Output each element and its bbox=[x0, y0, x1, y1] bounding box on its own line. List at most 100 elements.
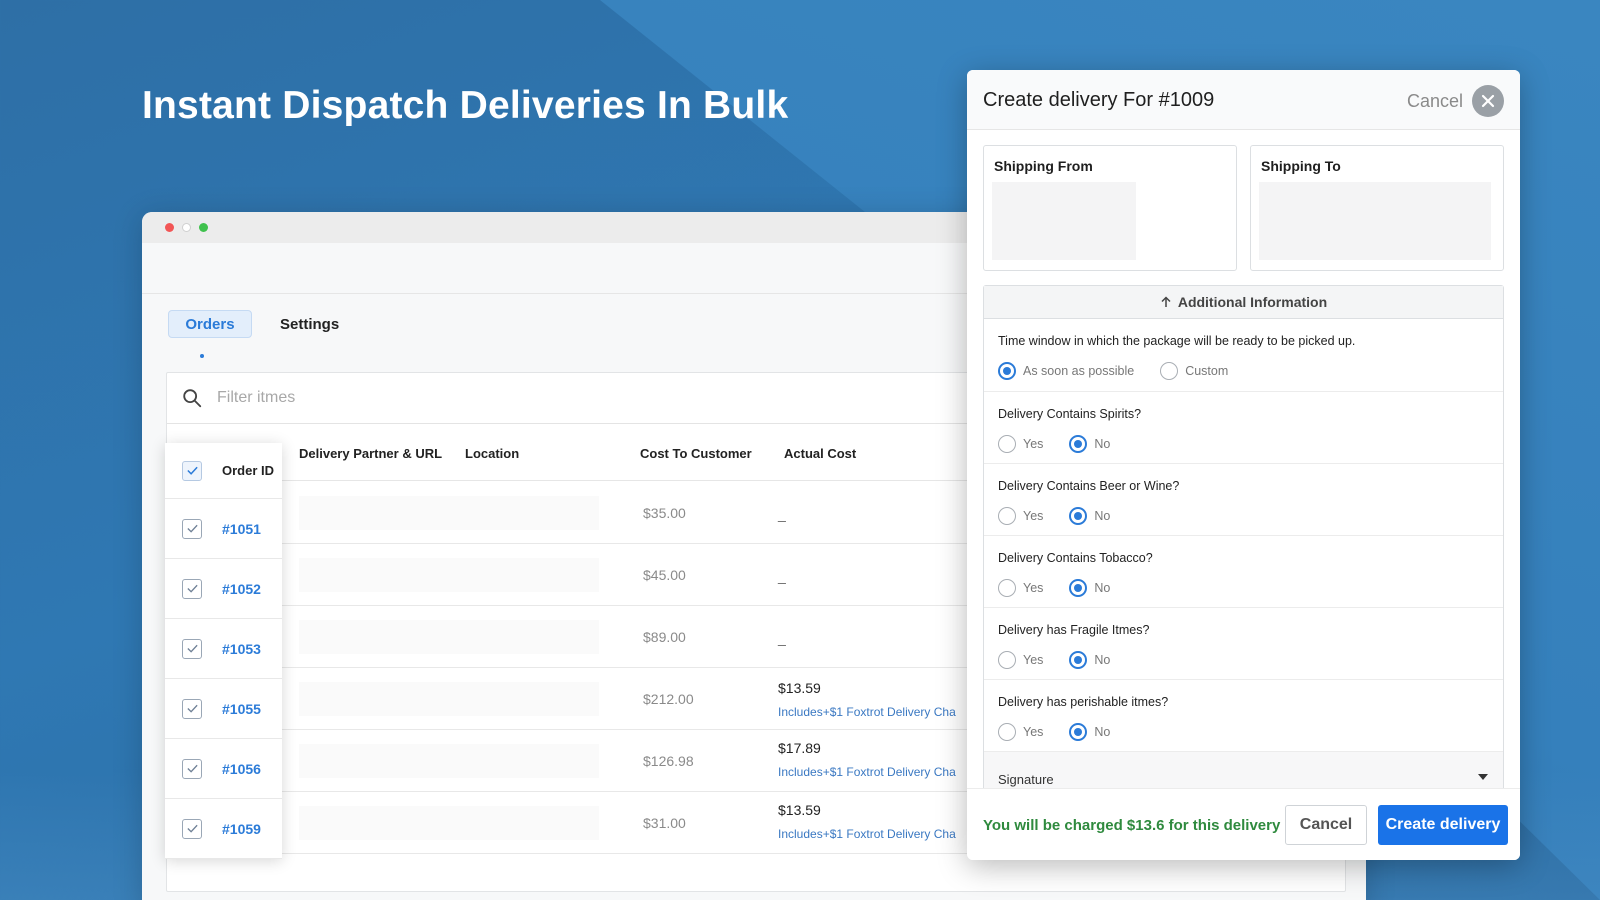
cancel-button[interactable]: Cancel bbox=[1285, 805, 1367, 845]
option-label: Yes bbox=[1023, 509, 1044, 523]
radio-group: Yes No bbox=[998, 579, 1136, 597]
option-label: No bbox=[1094, 653, 1111, 667]
tab-settings[interactable]: Settings bbox=[280, 316, 339, 333]
shipping-from-address bbox=[992, 182, 1136, 260]
header-delivery-partner: Delivery Partner & URL bbox=[299, 446, 443, 461]
order-link[interactable]: #1056 bbox=[222, 761, 261, 777]
option-yes[interactable]: Yes bbox=[998, 507, 1043, 525]
question-text: Delivery has perishable itmes? bbox=[998, 695, 1169, 709]
actual-cost: _ bbox=[778, 506, 786, 522]
radio-group: Yes No bbox=[998, 723, 1136, 741]
modal-cancel-link[interactable]: Cancel bbox=[1407, 91, 1463, 112]
radio-button[interactable] bbox=[998, 362, 1016, 380]
option-yes[interactable]: Yes bbox=[998, 579, 1043, 597]
option-label: Yes bbox=[1023, 581, 1044, 595]
order-id-header: Order ID bbox=[165, 443, 282, 499]
option-yes[interactable]: Yes bbox=[998, 435, 1043, 453]
radio-button[interactable] bbox=[1069, 435, 1088, 453]
order-link[interactable]: #1053 bbox=[222, 641, 261, 657]
option-asap[interactable]: As soon as possible bbox=[998, 362, 1134, 380]
order-id-column: Order ID #1051 #1052 #1053 #1055 #1056 #… bbox=[165, 443, 282, 859]
check-icon bbox=[186, 466, 198, 475]
shipping-to-label: Shipping To bbox=[1261, 158, 1341, 174]
question-tobacco: Delivery Contains Tobacco? Yes No bbox=[984, 536, 1503, 608]
option-no[interactable]: No bbox=[1069, 507, 1110, 525]
question-pickup-window: Time window in which the package will be… bbox=[984, 319, 1503, 392]
window-close-dot[interactable] bbox=[165, 223, 174, 232]
row-checkbox[interactable] bbox=[182, 638, 202, 659]
question-text: Time window in which the package will be… bbox=[998, 334, 1356, 348]
option-no[interactable]: No bbox=[1069, 435, 1110, 453]
order-row[interactable]: #1056 bbox=[165, 739, 282, 799]
option-no[interactable]: No bbox=[1069, 579, 1110, 597]
order-row[interactable]: #1052 bbox=[165, 559, 282, 619]
check-icon bbox=[186, 524, 198, 533]
radio-button[interactable] bbox=[1069, 507, 1088, 525]
radio-button[interactable] bbox=[998, 579, 1016, 597]
order-row[interactable]: #1053 bbox=[165, 619, 282, 679]
signature-dropdown[interactable]: Signature bbox=[984, 752, 1503, 792]
order-link[interactable]: #1059 bbox=[222, 821, 261, 837]
radio-button[interactable] bbox=[1069, 651, 1088, 669]
create-delivery-button[interactable]: Create delivery bbox=[1378, 805, 1508, 845]
order-row[interactable]: #1051 bbox=[165, 499, 282, 559]
shipping-to-card: Shipping To bbox=[1250, 145, 1504, 271]
order-link[interactable]: #1052 bbox=[222, 581, 261, 597]
radio-button[interactable] bbox=[1069, 723, 1088, 741]
shipping-from-label: Shipping From bbox=[994, 158, 1093, 174]
window-maximize-dot[interactable] bbox=[199, 223, 208, 232]
radio-button[interactable] bbox=[1069, 579, 1088, 597]
order-link[interactable]: #1055 bbox=[222, 701, 261, 717]
radio-button[interactable] bbox=[1160, 362, 1179, 380]
question-perishable: Delivery has perishable itmes? Yes No bbox=[984, 680, 1503, 752]
actual-cost: _ bbox=[778, 568, 786, 584]
search-icon bbox=[183, 389, 202, 408]
partner-cell bbox=[299, 558, 599, 592]
additional-info-toggle[interactable]: Additional Information bbox=[984, 286, 1503, 319]
option-label: Custom bbox=[1185, 364, 1229, 378]
option-no[interactable]: No bbox=[1069, 651, 1110, 669]
order-row[interactable]: #1059 bbox=[165, 799, 282, 859]
option-yes[interactable]: Yes bbox=[998, 723, 1043, 741]
radio-button[interactable] bbox=[998, 723, 1016, 741]
row-checkbox[interactable] bbox=[182, 518, 202, 539]
order-row[interactable]: #1055 bbox=[165, 679, 282, 739]
option-label: As soon as possible bbox=[1023, 364, 1135, 378]
header-cost-to-customer: Cost To Customer bbox=[640, 446, 752, 461]
question-text: Delivery Contains Spirits? bbox=[998, 407, 1142, 421]
question-text: Delivery Contains Beer or Wine? bbox=[998, 479, 1180, 493]
select-all-checkbox[interactable] bbox=[182, 460, 202, 481]
header-location: Location bbox=[465, 446, 520, 461]
row-checkbox[interactable] bbox=[182, 578, 202, 599]
partner-cell bbox=[299, 682, 599, 716]
window-minimize-dot[interactable] bbox=[182, 223, 191, 232]
cost-to-customer: $31.00 bbox=[643, 815, 686, 831]
create-delivery-modal: Create delivery For #1009 Cancel Shippin… bbox=[967, 70, 1520, 860]
radio-button[interactable] bbox=[998, 435, 1016, 453]
radio-button[interactable] bbox=[998, 507, 1016, 525]
cost-to-customer: $35.00 bbox=[643, 505, 686, 521]
tab-orders[interactable]: Orders bbox=[168, 310, 252, 338]
row-checkbox[interactable] bbox=[182, 698, 202, 719]
check-icon bbox=[186, 584, 198, 593]
option-no[interactable]: No bbox=[1069, 723, 1110, 741]
header-actual-cost: Actual Cost bbox=[784, 446, 857, 461]
actual-cost-note: Includes+$1 Foxtrot Delivery Cha bbox=[778, 765, 956, 779]
additional-info-label: Additional Information bbox=[1177, 294, 1328, 310]
check-icon bbox=[186, 764, 198, 773]
radio-button[interactable] bbox=[998, 651, 1016, 669]
option-custom[interactable]: Custom bbox=[1160, 362, 1228, 380]
partner-cell bbox=[299, 806, 599, 840]
shipping-to-address bbox=[1259, 182, 1491, 260]
page-headline: Instant Dispatch Deliveries In Bulk bbox=[142, 84, 789, 127]
chevron-down-icon bbox=[1478, 774, 1488, 780]
radio-group: Yes No bbox=[998, 435, 1136, 453]
close-icon bbox=[1481, 94, 1495, 108]
row-checkbox[interactable] bbox=[182, 818, 202, 839]
option-yes[interactable]: Yes bbox=[998, 651, 1043, 669]
modal-close-button[interactable] bbox=[1472, 85, 1504, 117]
order-link[interactable]: #1051 bbox=[222, 521, 261, 537]
filter-input[interactable] bbox=[217, 389, 717, 407]
row-checkbox[interactable] bbox=[182, 758, 202, 779]
check-icon bbox=[186, 824, 198, 833]
